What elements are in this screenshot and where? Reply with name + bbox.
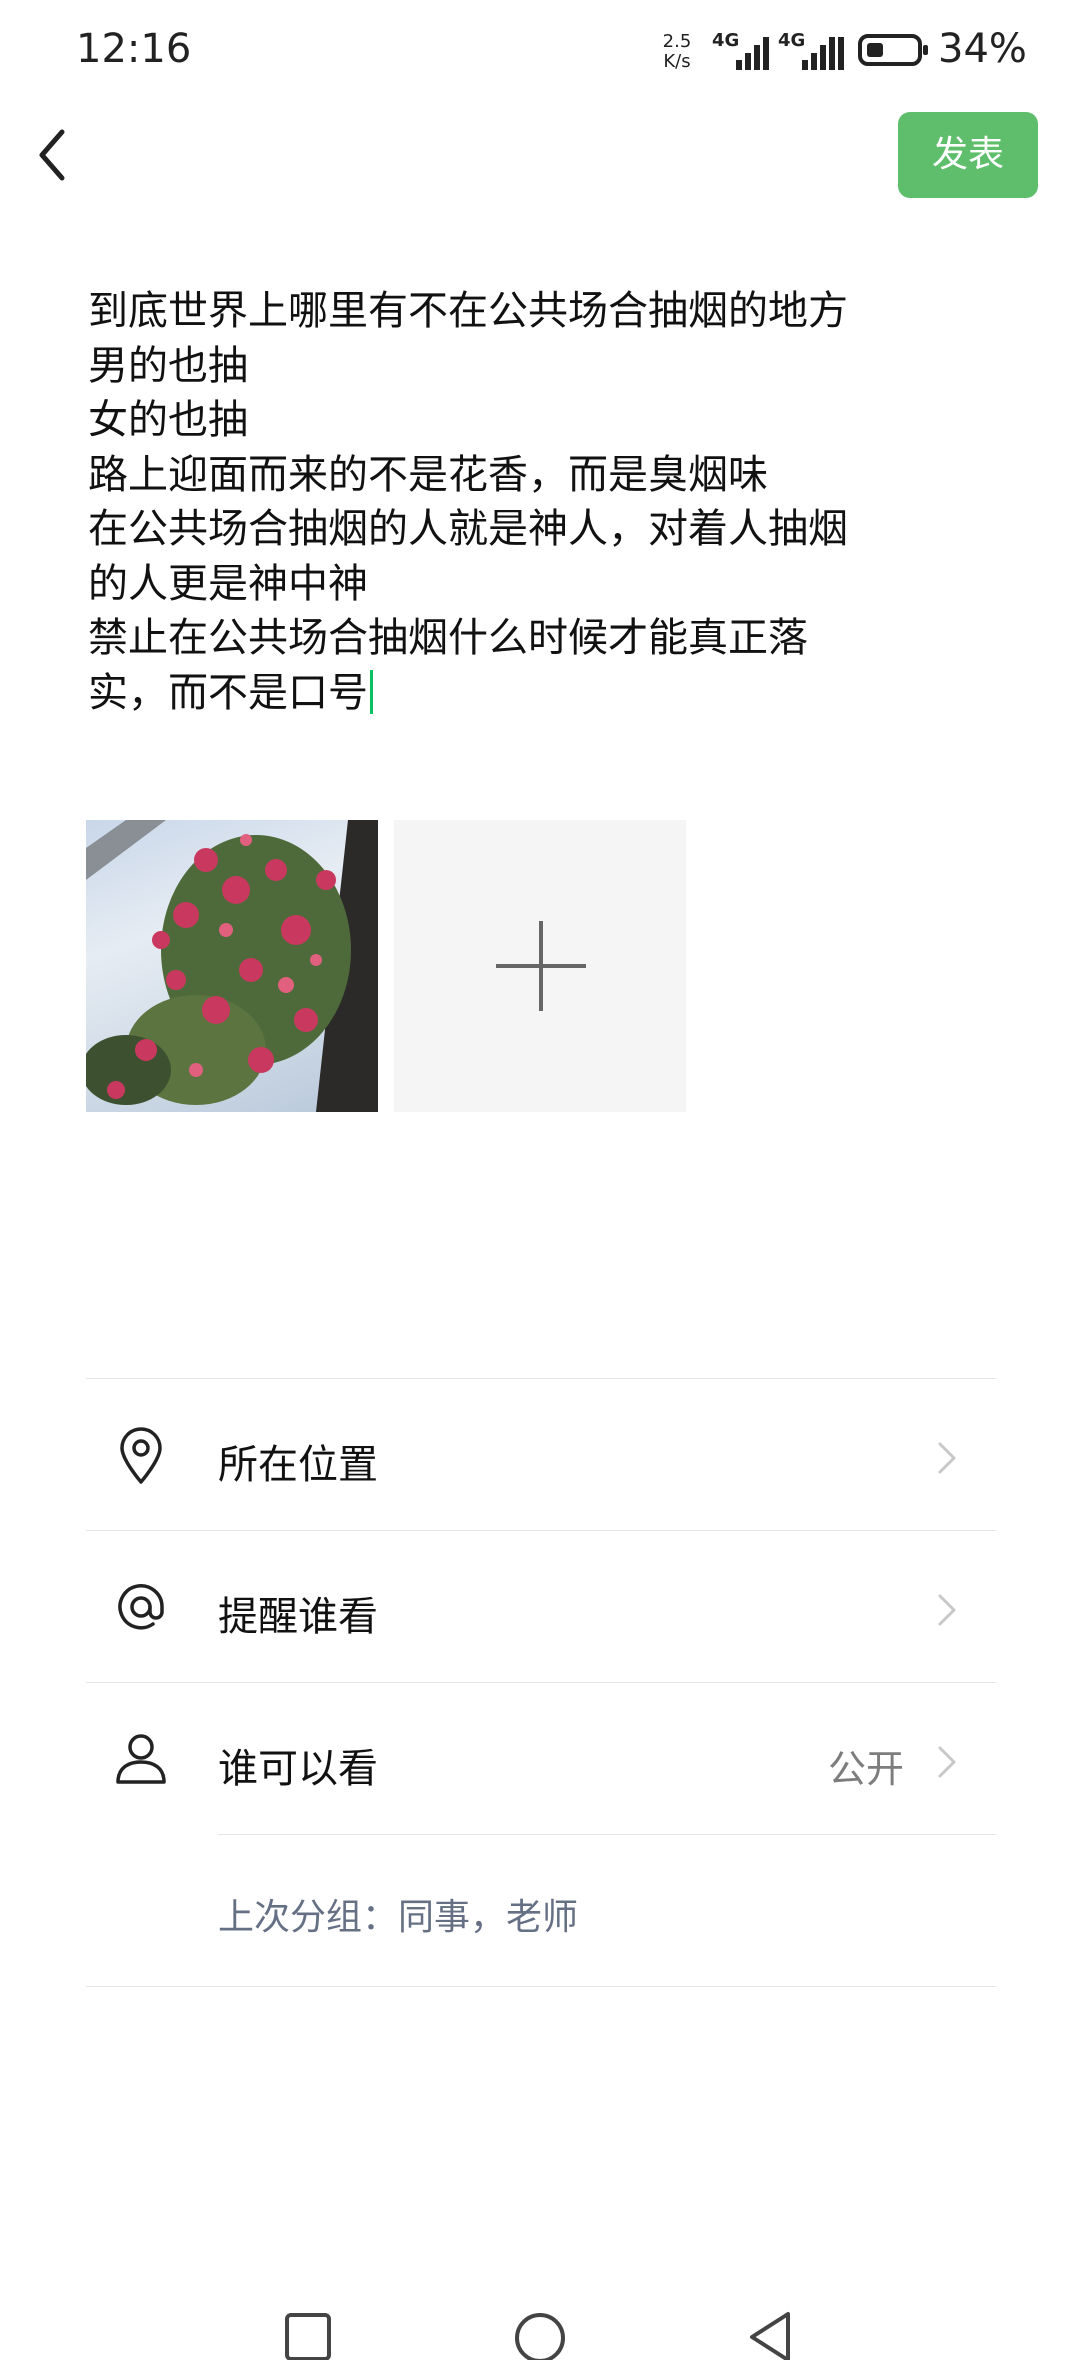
battery-icon — [858, 34, 928, 66]
battery-percent: 34% — [938, 26, 1027, 72]
post-text-line: 女的也抽 — [88, 397, 248, 443]
square-icon[interactable] — [282, 2310, 334, 2360]
chevron-right-icon — [938, 1442, 956, 1474]
network-speed: 2.5 K/s — [657, 32, 697, 72]
signal-bars-icon — [794, 36, 844, 70]
post-text-line: 到底世界上哪里有不在公共场合抽烟的地方 — [88, 288, 848, 334]
post-text-line: 路上迎面而来的不是花香，而是臭烟味 — [88, 451, 768, 498]
remind-option[interactable]: 提醒谁看 — [86, 1532, 996, 1682]
post-text-input[interactable]: 到底世界上哪里有不在公共场合抽烟的地方 男的也抽 女的也抽 路上迎面而来的不是花… — [88, 284, 988, 720]
post-text-line: 禁止在公共场合抽烟什么时候才能真正落 — [88, 615, 808, 661]
signal-bars-icon — [728, 36, 769, 70]
add-photo-button[interactable] — [394, 820, 686, 1112]
divider — [86, 1530, 996, 1531]
status-bar: 12:16 2.5 K/s 4G 4G 34% — [0, 0, 1080, 104]
last-group-hint[interactable]: 上次分组：同事，老师 — [218, 1888, 578, 1940]
back-button[interactable] — [30, 122, 80, 188]
visibility-label: 谁可以看 — [218, 1746, 378, 1792]
divider — [86, 1682, 996, 1683]
triangle-back-icon[interactable] — [744, 2310, 796, 2360]
chevron-left-icon — [39, 129, 65, 181]
photo-thumbnail[interactable] — [86, 820, 378, 1112]
at-sign-icon — [118, 1584, 164, 1630]
chevron-right-icon — [938, 1594, 956, 1626]
post-text-line: 的人更是神中神 — [88, 560, 368, 607]
status-time: 12:16 — [76, 26, 192, 72]
post-text-line: 男的也抽 — [88, 342, 248, 389]
divider — [86, 1378, 996, 1379]
visibility-value: 公开 — [827, 1747, 904, 1791]
visibility-option[interactable]: 谁可以看 公开 — [86, 1684, 996, 1834]
chevron-right-icon — [938, 1746, 956, 1778]
divider — [86, 1986, 996, 1987]
location-pin-icon — [120, 1427, 162, 1484]
location-label: 所在位置 — [218, 1442, 378, 1488]
post-text-line-last: 实，而不是口号 — [88, 666, 988, 721]
post-text-line: 实，而不是口号 — [88, 669, 368, 716]
text-cursor — [370, 669, 373, 714]
post-text-line: 在公共场合抽烟的人就是神人，对着人抽烟 — [88, 506, 848, 552]
flower-photo — [86, 820, 378, 1112]
publish-button[interactable]: 发表 — [898, 112, 1038, 198]
network-speed-value: 2.5 — [662, 31, 692, 52]
location-option[interactable]: 所在位置 — [86, 1380, 996, 1530]
divider — [218, 1834, 996, 1835]
circle-icon[interactable] — [512, 2310, 568, 2360]
person-icon — [116, 1734, 166, 1784]
network-speed-unit: K/s — [663, 51, 691, 72]
remind-label: 提醒谁看 — [218, 1594, 378, 1640]
